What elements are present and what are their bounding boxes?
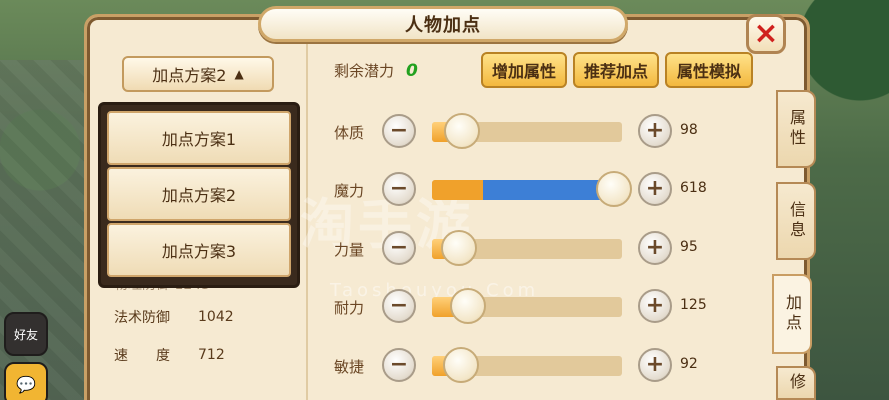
- attr-row-constitution: 体质 − + 98: [334, 112, 734, 152]
- attribute-simulate-label: 属性模拟: [676, 62, 741, 81]
- tab-cultivate[interactable]: 修: [776, 366, 816, 400]
- slider-knob[interactable]: [444, 113, 481, 149]
- friends-button[interactable]: 好友: [4, 312, 48, 356]
- recommend-points-button[interactable]: 推荐加点: [573, 52, 659, 88]
- minus-icon: −: [389, 352, 409, 377]
- attr-slider[interactable]: [432, 230, 622, 266]
- attr-slider[interactable]: [432, 288, 622, 324]
- increase-button[interactable]: +: [638, 348, 672, 382]
- plus-icon: +: [645, 352, 665, 377]
- attr-value: 125: [680, 297, 707, 313]
- slider-fill: [432, 180, 615, 200]
- increase-button[interactable]: +: [638, 289, 672, 323]
- close-button[interactable]: ×: [746, 14, 786, 54]
- attr-slider[interactable]: [432, 171, 633, 207]
- tab-points[interactable]: 加点: [772, 274, 812, 354]
- add-attribute-button[interactable]: 增加属性: [481, 52, 567, 88]
- attr-row-agility: 敏捷 − + 92: [334, 346, 734, 386]
- title-bar: 人物加点: [258, 6, 628, 42]
- scheme-option-1[interactable]: 加点方案1: [107, 111, 291, 165]
- chat-button[interactable]: 💬: [4, 362, 48, 400]
- chat-icon: 💬: [16, 374, 36, 394]
- stat-label: 速 度: [114, 348, 170, 364]
- potential-value: 0: [406, 60, 418, 81]
- attribute-simulate-button[interactable]: 属性模拟: [665, 52, 753, 88]
- attr-label: 力量: [334, 241, 365, 259]
- slider-knob[interactable]: [442, 347, 479, 383]
- attr-row-strength: 力量 − + 95: [334, 229, 734, 269]
- scheme-option-label: 加点方案1: [161, 130, 237, 149]
- minus-icon: −: [389, 176, 409, 201]
- attr-label: 敏捷: [334, 358, 365, 376]
- slider-knob[interactable]: [596, 171, 633, 207]
- window-title: 人物加点: [405, 15, 481, 36]
- decrease-button[interactable]: −: [382, 114, 416, 148]
- scheme-option-label: 加点方案3: [161, 242, 237, 261]
- potential-label: 剩余潜力: [334, 62, 395, 80]
- attr-value: 95: [680, 239, 698, 255]
- attr-slider[interactable]: [432, 113, 622, 149]
- scheme-option-label: 加点方案2: [161, 186, 237, 205]
- scheme-dropdown-list: 加点方案1 加点方案2 加点方案3: [98, 102, 300, 288]
- scheme-selected: 加点方案2: [152, 66, 227, 85]
- attr-slider[interactable]: [432, 347, 622, 383]
- attr-label: 体质: [334, 124, 365, 142]
- attr-value: 618: [680, 180, 707, 196]
- chevron-up-icon: ▲: [234, 67, 244, 81]
- attr-label: 耐力: [334, 299, 365, 317]
- minus-icon: −: [389, 118, 409, 143]
- decrease-button[interactable]: −: [382, 348, 416, 382]
- tab-label: 信息: [787, 201, 806, 241]
- attr-row-endurance: 耐力 − + 125: [334, 287, 734, 327]
- tab-label: 加点: [783, 294, 802, 334]
- friends-label: 好友: [13, 327, 38, 342]
- decrease-button[interactable]: −: [382, 289, 416, 323]
- stat-row: 法术防御 1042: [114, 298, 294, 336]
- increase-button[interactable]: +: [638, 231, 672, 265]
- plus-icon: +: [645, 235, 665, 260]
- attr-value: 98: [680, 122, 698, 138]
- stat-value: 1042: [198, 309, 234, 325]
- stat-value: 712: [198, 347, 225, 363]
- plus-icon: +: [645, 118, 665, 143]
- close-icon: ×: [753, 16, 779, 51]
- scheme-option-3[interactable]: 加点方案3: [107, 223, 291, 277]
- stat-row: 速 度 712: [114, 336, 294, 374]
- plus-icon: +: [645, 293, 665, 318]
- tab-label: 修: [787, 373, 806, 393]
- defense-stats: 物理防御 1243 法术防御 1042 速 度 712: [114, 274, 294, 374]
- plus-icon: +: [645, 176, 665, 201]
- add-attribute-label: 增加属性: [491, 62, 556, 81]
- slider-knob[interactable]: [450, 288, 487, 324]
- increase-button[interactable]: +: [638, 114, 672, 148]
- tab-label: 属性: [787, 109, 806, 149]
- recommend-points-label: 推荐加点: [583, 62, 648, 81]
- attr-label: 魔力: [334, 182, 365, 200]
- decrease-button[interactable]: −: [382, 172, 416, 206]
- attr-row-magic: 魔力 − + 618: [334, 170, 734, 210]
- remaining-potential: 剩余潜力 0: [334, 60, 418, 81]
- tab-attributes[interactable]: 属性: [776, 90, 816, 168]
- attr-value: 92: [680, 356, 698, 372]
- tab-info[interactable]: 信息: [776, 182, 816, 260]
- increase-button[interactable]: +: [638, 172, 672, 206]
- scheme-dropdown[interactable]: 加点方案2 ▲: [122, 56, 274, 92]
- decrease-button[interactable]: −: [382, 231, 416, 265]
- slider-knob[interactable]: [440, 230, 477, 266]
- scheme-option-2[interactable]: 加点方案2: [107, 167, 291, 221]
- minus-icon: −: [389, 235, 409, 260]
- stat-label: 法术防御: [114, 310, 170, 326]
- minus-icon: −: [389, 293, 409, 318]
